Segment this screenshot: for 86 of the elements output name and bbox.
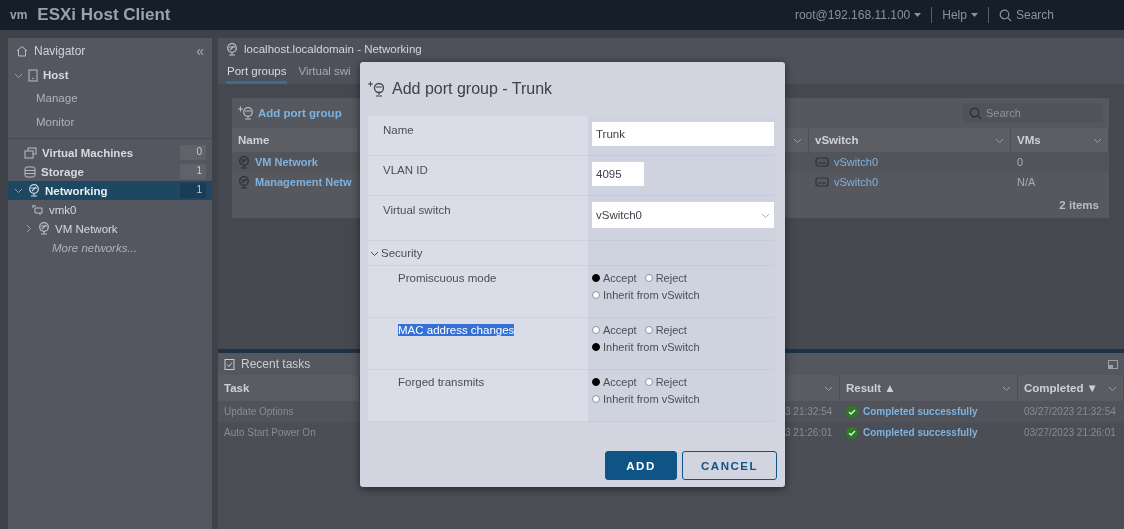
add-network-icon <box>368 81 386 97</box>
logo: vm <box>10 8 28 22</box>
count-badge: 1 <box>180 183 206 198</box>
page-title: localhost.localdomain - Networking <box>244 43 422 55</box>
vswitch-link[interactable]: vSwitch0 <box>809 176 1011 188</box>
navigator-title: Navigator <box>34 44 86 58</box>
table-cell-text: 0 <box>1016 156 1025 168</box>
field-label: MAC address changes <box>398 324 515 336</box>
nav-item[interactable]: Networking 1 <box>8 181 212 200</box>
network-icon <box>238 155 250 169</box>
table-cell-text: N/A <box>1016 176 1037 188</box>
radio-option[interactable]: Inherit from vSwitch <box>592 341 700 353</box>
nav-item[interactable]: Monitor <box>8 110 212 134</box>
nav-item[interactable]: Storage 1 <box>8 162 212 181</box>
radio-option[interactable]: Accept <box>592 324 637 336</box>
clipboard-icon <box>224 358 235 370</box>
caret-icon <box>914 12 922 18</box>
table-cell-text: 03/27/2023 21:26:01 <box>1023 427 1117 438</box>
field-label: Forged transmits <box>398 376 485 388</box>
server-icon <box>28 68 38 82</box>
maximize-icon[interactable] <box>1108 359 1118 369</box>
radio-option[interactable]: Inherit from vSwitch <box>592 289 700 301</box>
input-field[interactable]: 4095 <box>592 162 644 186</box>
table-cell-text: Auto Start Power On <box>223 427 317 438</box>
collapse-button[interactable]: « <box>196 43 204 59</box>
port-group-link[interactable]: VM Network <box>232 155 359 169</box>
success-icon <box>846 426 858 439</box>
chevron-icon <box>14 186 23 195</box>
search-icon <box>998 8 1012 22</box>
table-cell-text: Update Options <box>223 406 295 417</box>
nic-icon <box>32 204 44 215</box>
field-label: Promiscuous mode <box>398 272 497 284</box>
add-network-icon <box>238 106 254 120</box>
nav-label: Host <box>43 69 69 81</box>
section-toggle[interactable]: Security <box>370 247 423 259</box>
network-icon <box>38 222 50 235</box>
radio-option[interactable]: Reject <box>644 272 687 284</box>
add-port-group-button[interactable]: Add port group <box>238 106 342 120</box>
windows-icon <box>24 146 37 159</box>
search-field[interactable]: Search <box>998 8 1054 22</box>
result-link[interactable]: Completed successfully <box>840 426 1018 439</box>
nav-item[interactable]: VM Network <box>8 219 212 238</box>
radio-option[interactable]: Reject <box>644 376 687 388</box>
network-icon <box>226 42 238 56</box>
radio-option[interactable]: Accept <box>592 376 637 388</box>
result-link[interactable]: Completed successfully <box>840 405 1018 418</box>
nav-item[interactable]: Host <box>8 64 212 86</box>
nav-item[interactable]: vmk0 <box>8 200 212 219</box>
field-label: Virtual switch <box>383 204 451 216</box>
add-button[interactable]: ADD <box>605 451 677 480</box>
switch-icon <box>815 157 829 167</box>
nav-item[interactable]: Virtual Machines 0 <box>8 143 212 162</box>
app-title: ESXi Host Client <box>37 5 171 25</box>
help-menu[interactable]: Help <box>942 8 978 22</box>
switch-icon <box>815 177 829 187</box>
more-networks-link[interactable]: More networks... <box>8 238 212 257</box>
count-badge: 1 <box>180 164 206 179</box>
database-icon <box>24 165 36 178</box>
user-menu[interactable]: root@192.168.11.100 <box>794 8 922 22</box>
search-icon <box>969 106 982 120</box>
table-cell-text: 03/27/2023 21:32:54 <box>1023 406 1117 417</box>
panel-title: Recent tasks <box>241 357 311 371</box>
input-field[interactable]: Trunk <box>592 122 774 146</box>
cancel-button[interactable]: CANCEL <box>682 451 777 480</box>
nav-label: Networking <box>45 184 108 197</box>
nav-label: Virtual Machines <box>42 146 134 159</box>
network-icon <box>28 184 40 197</box>
radio-option[interactable]: Accept <box>592 272 637 284</box>
port-group-link[interactable]: Management Netw <box>232 175 359 189</box>
item-count: 2 items <box>1059 199 1099 211</box>
field-label: Name <box>383 124 414 136</box>
home-icon <box>16 45 28 57</box>
nav-item[interactable]: Manage <box>8 86 212 110</box>
count-badge: 0 <box>180 145 206 160</box>
dialog-title: Add port group - Trunk <box>392 80 553 98</box>
field-label: VLAN ID <box>383 164 428 176</box>
nav-label: Storage <box>41 165 84 178</box>
network-icon <box>238 175 250 189</box>
success-icon <box>846 405 858 418</box>
vswitch-link[interactable]: vSwitch0 <box>809 156 1011 168</box>
tab[interactable]: Virtual swi <box>297 60 352 84</box>
radio-option[interactable]: Reject <box>644 324 687 336</box>
radio-option[interactable]: Inherit from vSwitch <box>592 393 700 405</box>
chevron-icon <box>24 224 33 233</box>
select-field[interactable]: vSwitch0 <box>592 202 774 228</box>
caret-icon <box>970 12 978 18</box>
